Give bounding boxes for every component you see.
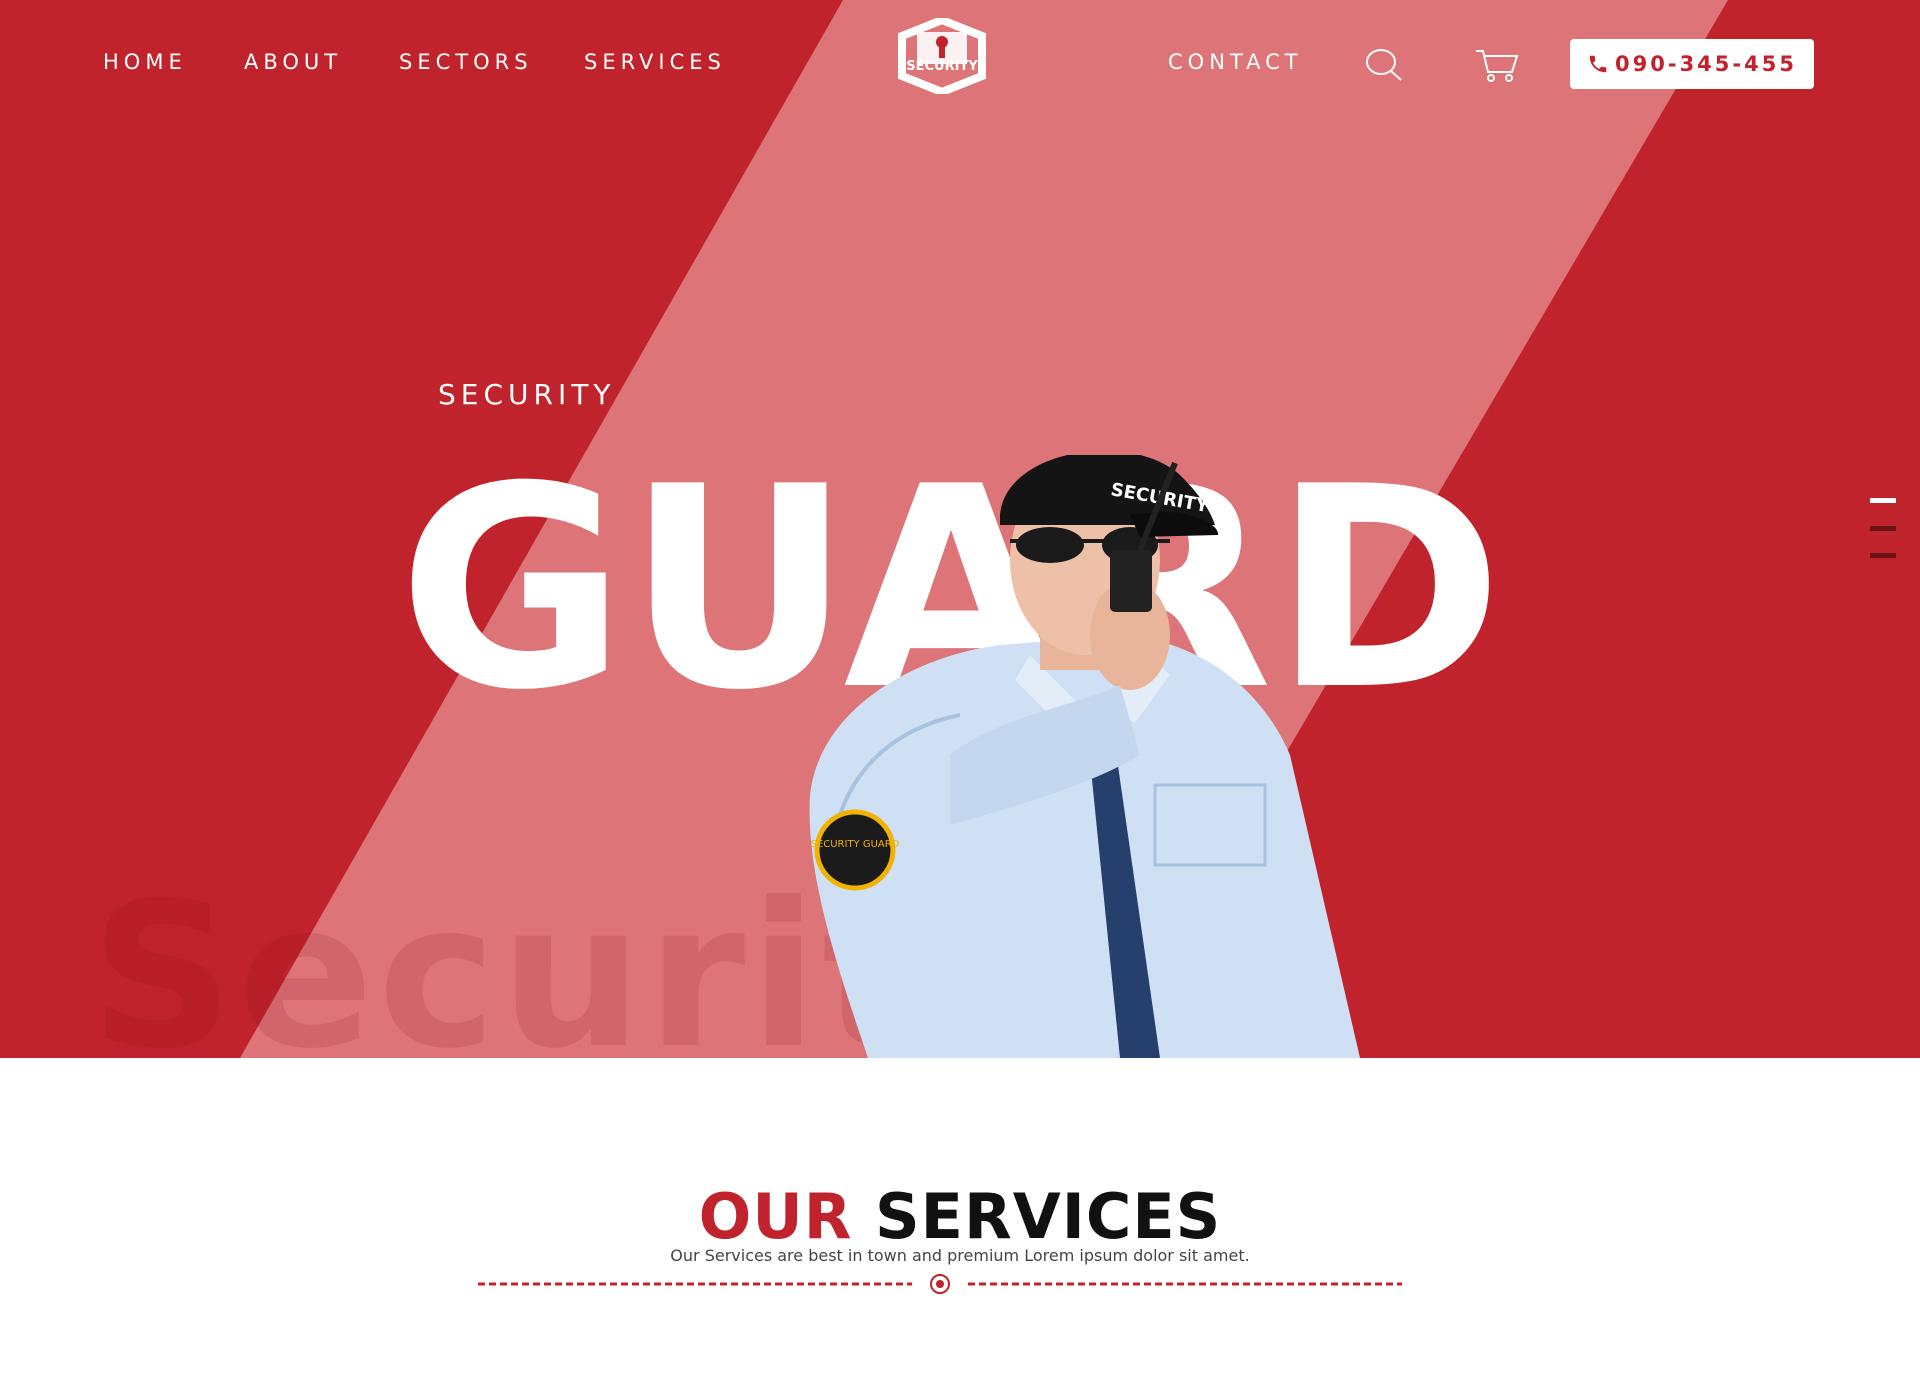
- cart-button[interactable]: [1474, 48, 1520, 87]
- nav-services[interactable]: SERVICES: [584, 50, 726, 74]
- nav-sectors[interactable]: SECTORS: [399, 50, 533, 74]
- phone-icon: [1589, 55, 1607, 73]
- main-nav: HOME ABOUT SECTORS SERVICES SECURITY CON…: [0, 0, 1920, 130]
- badge-label: SECURITY GUARD: [811, 839, 900, 850]
- hero-kicker: SECURITY: [438, 378, 616, 411]
- logo-text: SECURITY: [906, 59, 978, 74]
- search-button[interactable]: [1364, 47, 1404, 88]
- search-icon: [1366, 49, 1402, 81]
- site-logo[interactable]: SECURITY: [897, 15, 987, 97]
- hero-slider-nav: [1870, 498, 1896, 560]
- services-title: OUR SERVICES: [0, 1180, 1920, 1253]
- security-guard-image: SECURITY GUARD SECURITY: [809, 455, 1360, 1058]
- phone-number: 090-345-455: [1615, 52, 1797, 76]
- services-title-accent: OUR: [698, 1180, 853, 1253]
- slider-dot-2[interactable]: [1870, 526, 1896, 531]
- services-title-rest: SERVICES: [875, 1180, 1222, 1253]
- nav-about[interactable]: ABOUT: [244, 50, 342, 74]
- services-subtitle: Our Services are best in town and premiu…: [670, 1246, 1250, 1265]
- shield-lock-icon: [898, 15, 986, 97]
- nav-home[interactable]: HOME: [103, 50, 187, 74]
- slider-dot-1[interactable]: [1870, 498, 1896, 503]
- hero-section: Security HOME ABOUT SECTORS SERVICES SEC…: [0, 0, 1920, 1058]
- slider-dot-3[interactable]: [1870, 553, 1896, 558]
- phone-button[interactable]: 090-345-455: [1570, 39, 1814, 89]
- cart-icon: [1476, 50, 1519, 82]
- nav-contact[interactable]: CONTACT: [1168, 50, 1303, 74]
- section-divider: [478, 1274, 1402, 1294]
